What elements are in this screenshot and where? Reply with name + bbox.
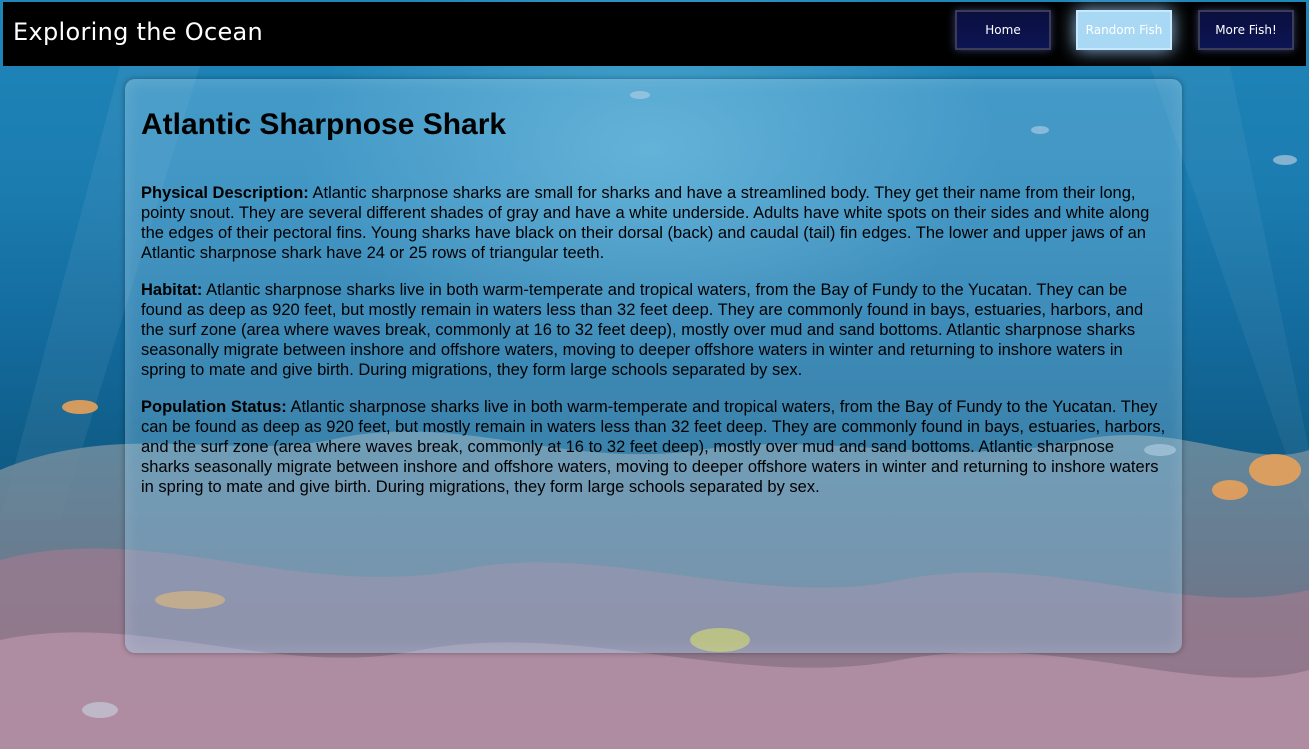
section-label: Habitat:: [141, 281, 203, 299]
section-text: Atlantic sharpnose sharks live in both w…: [141, 281, 1144, 379]
site-title: Exploring the Ocean: [13, 18, 264, 46]
physical-description-section: Physical Description: Atlantic sharpnose…: [141, 183, 1166, 263]
section-text: Atlantic sharpnose sharks live in both w…: [141, 398, 1166, 496]
section-label: Population Status:: [141, 398, 287, 416]
fish-name-heading: Atlantic Sharpnose Shark: [141, 108, 507, 141]
habitat-section: Habitat: Atlantic sharpnose sharks live …: [141, 280, 1166, 380]
fish-info-panel: Atlantic Sharpnose Shark Physical Descri…: [125, 79, 1182, 653]
section-label: Physical Description:: [141, 184, 309, 202]
nav-more-fish-button[interactable]: More Fish!: [1198, 10, 1294, 50]
nav-home-button[interactable]: Home: [955, 10, 1051, 50]
nav-random-fish-button[interactable]: Random Fish: [1076, 10, 1172, 50]
population-status-section: Population Status: Atlantic sharpnose sh…: [141, 397, 1166, 497]
